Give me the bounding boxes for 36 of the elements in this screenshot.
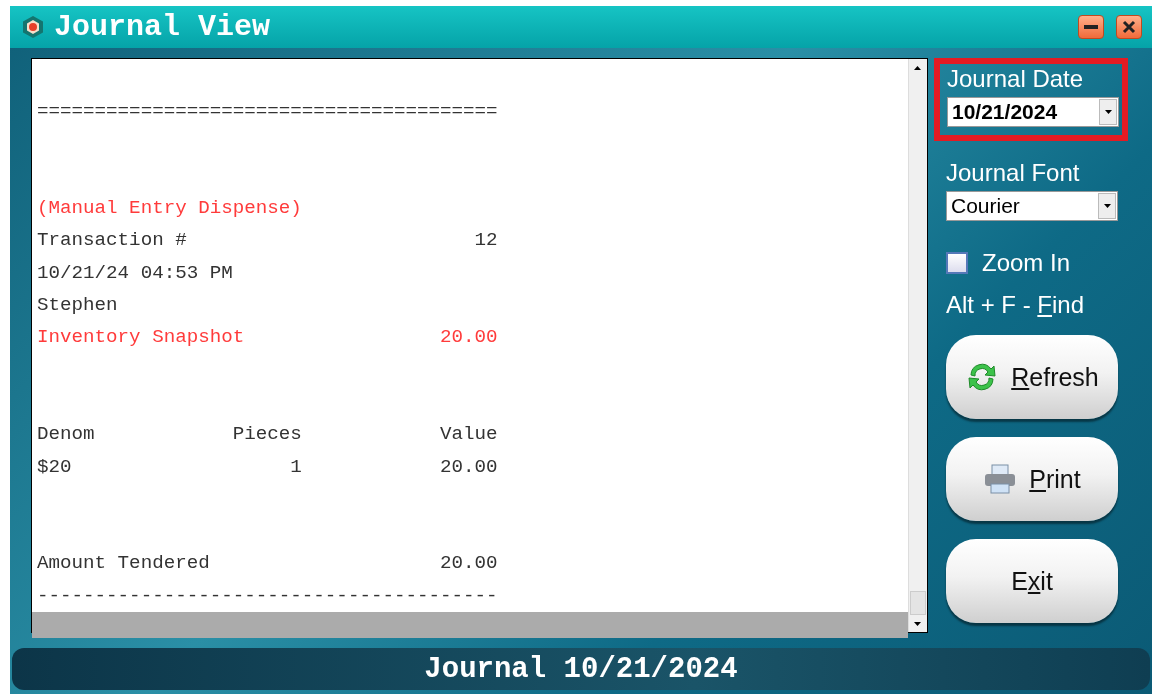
caret-icon [1103,204,1111,208]
window-title: Journal View [54,10,272,44]
journal-line: (Manual Entry Dispense) [37,197,302,220]
status-text: Journal 10/21/2024 [424,652,738,686]
date-dropdown[interactable]: 10/21/2024 [947,97,1119,127]
journal-line: Denom Pieces Value [37,423,498,446]
journal-line: $20 1 20.00 [37,455,498,478]
up-arrow-icon [914,65,921,70]
dropdown-button[interactable] [1099,99,1117,125]
minimize-button[interactable] [1078,15,1104,39]
journal-line: Amount Tendered 20.00 [37,552,498,575]
scroll-thumb[interactable] [910,591,926,615]
close-button[interactable] [1116,15,1142,39]
journal-line: ---------------------------------------- [37,584,498,607]
font-dropdown[interactable]: Courier [946,191,1118,221]
close-icon [1122,20,1136,34]
printer-icon [983,462,1018,496]
zoom-in-label: Zoom In [982,249,1071,277]
journal-line: Inventory Snapshot 20.00 [37,326,498,349]
find-shortcut-hint: Alt + F - Find [946,291,1085,319]
minimize-icon [1084,25,1098,29]
caret-icon [1104,110,1112,114]
journal-font-label: Journal Font [946,159,1080,187]
app-logo-icon [22,15,44,39]
zoom-checkbox[interactable] [946,252,968,274]
vertical-scrollbar[interactable] [908,59,927,632]
journal-date-label: Journal Date [947,65,1084,93]
print-button[interactable]: Print [946,437,1118,521]
exit-button[interactable]: Exit [946,539,1118,623]
journal-line: 10/21/24 04:53 PM [37,261,233,284]
down-arrow-icon [914,621,921,626]
journal-line: Stephen [37,294,118,317]
dropdown-button[interactable] [1098,193,1116,219]
journal-line: ======================================== [37,100,498,123]
journal-line: Transaction # 12 [37,229,498,252]
refresh-button[interactable]: Refresh [946,335,1118,419]
